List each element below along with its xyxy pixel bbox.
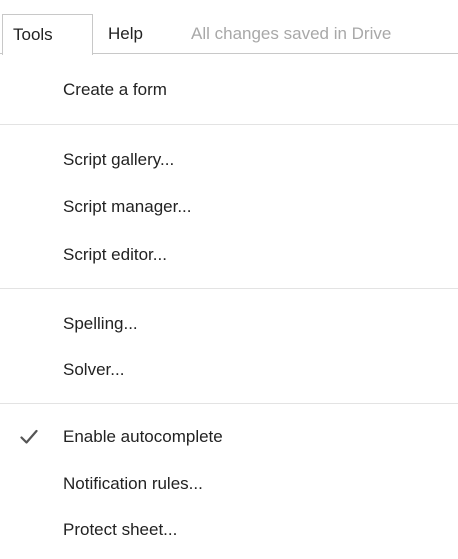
menu-item-create-form[interactable]: Create a form <box>0 70 458 110</box>
menu-item-label: Notification rules... <box>63 474 203 493</box>
menu-tools[interactable]: Tools <box>2 14 93 55</box>
menu-item-script-editor[interactable]: Script editor... <box>0 235 458 275</box>
menu-separator <box>0 124 458 125</box>
menu-bar: Tools Help All changes saved in Drive <box>0 0 458 55</box>
menu-item-enable-autocomplete[interactable]: Enable autocomplete <box>0 417 458 457</box>
menu-item-label: Spelling... <box>63 314 138 333</box>
menu-item-solver[interactable]: Solver... <box>0 350 458 390</box>
menu-help[interactable]: Help <box>108 14 143 54</box>
save-status: All changes saved in Drive <box>191 24 392 43</box>
menu-item-label: Create a form <box>63 80 167 99</box>
menu-item-label: Protect sheet... <box>63 520 178 539</box>
menu-separator <box>0 403 458 404</box>
menu-item-label: Enable autocomplete <box>63 427 223 446</box>
menu-item-label: Solver... <box>63 360 125 379</box>
menu-item-script-gallery[interactable]: Script gallery... <box>0 140 458 180</box>
menu-item-label: Script manager... <box>63 197 192 216</box>
check-icon <box>20 429 38 444</box>
menu-item-label: Script editor... <box>63 245 167 264</box>
menu-item-script-manager[interactable]: Script manager... <box>0 187 458 227</box>
tools-dropdown-menu: Create a form Script gallery... Script m… <box>0 54 458 559</box>
menu-item-notification-rules[interactable]: Notification rules... <box>0 464 458 504</box>
menu-separator <box>0 288 458 289</box>
menu-item-protect-sheet[interactable]: Protect sheet... <box>0 510 458 550</box>
menu-item-spelling[interactable]: Spelling... <box>0 304 458 344</box>
menu-item-label: Script gallery... <box>63 150 175 169</box>
